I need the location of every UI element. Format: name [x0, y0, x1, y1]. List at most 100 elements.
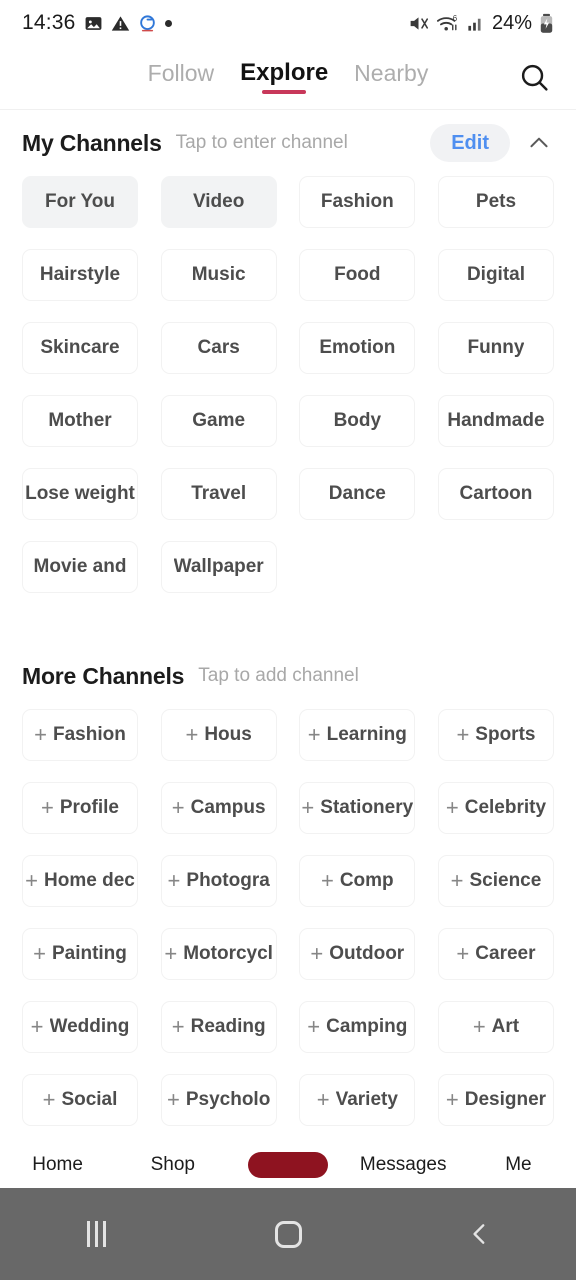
- bottom-nav-shop[interactable]: Shop: [115, 1154, 230, 1176]
- my-channel-chip-label: Dance: [328, 483, 386, 504]
- app-root: 14:36 6 24% Follow Explore Nearby My Cha…: [0, 0, 576, 1280]
- back-icon[interactable]: [384, 1221, 576, 1247]
- my-channels-title: My Channels: [22, 129, 162, 156]
- my-channel-chip[interactable]: Lose weight: [22, 468, 138, 520]
- plus-icon: +: [171, 1014, 185, 1039]
- more-channel-chip[interactable]: + Camping: [299, 1001, 416, 1053]
- my-channel-chip[interactable]: Music: [160, 249, 277, 301]
- plus-icon: +: [307, 722, 321, 747]
- tab-follow[interactable]: Follow: [148, 62, 214, 94]
- top-navigation-bar: Follow Explore Nearby: [0, 46, 576, 110]
- my-channel-chip[interactable]: Mother: [22, 395, 138, 447]
- more-channel-chip[interactable]: + Learning: [299, 709, 416, 761]
- channels-scroll-area[interactable]: My Channels Tap to enter channel Edit Fo…: [0, 110, 576, 1280]
- bottom-nav-messages[interactable]: Messages: [346, 1154, 461, 1176]
- more-channel-chip[interactable]: + Sports: [437, 709, 554, 761]
- more-channel-chip[interactable]: + Motorcycl: [160, 928, 277, 980]
- my-channel-chip[interactable]: Movie and: [22, 541, 138, 593]
- more-channel-chip[interactable]: + Designer: [437, 1074, 554, 1126]
- recents-icon[interactable]: [0, 1221, 192, 1247]
- more-channel-chip[interactable]: + Photogra: [160, 855, 277, 907]
- more-channel-chip[interactable]: + Career: [437, 928, 554, 980]
- warning-icon: [111, 14, 130, 33]
- svg-text:6: 6: [453, 13, 458, 22]
- more-channel-chip[interactable]: + Outdoor: [299, 928, 416, 980]
- more-channel-chip[interactable]: + Variety: [299, 1074, 416, 1126]
- my-channel-chip[interactable]: Video: [160, 176, 277, 228]
- more-channels-header: More Channels Tap to add channel: [0, 643, 576, 709]
- more-channel-chip-label: Celebrity: [464, 797, 547, 818]
- more-channel-chip[interactable]: + Wedding: [22, 1001, 138, 1053]
- my-channel-chip-label: Video: [192, 191, 245, 212]
- home-icon[interactable]: [192, 1220, 384, 1248]
- plus-icon: +: [25, 868, 39, 893]
- more-channel-chip[interactable]: + Art: [437, 1001, 554, 1053]
- bottom-nav-home[interactable]: Home: [0, 1154, 115, 1176]
- more-channel-chip-label: Photogra: [186, 870, 270, 891]
- more-channel-chip-label: Wedding: [49, 1016, 130, 1037]
- my-channel-chip[interactable]: Game: [160, 395, 277, 447]
- more-channel-chip-label: Outdoor: [329, 943, 405, 964]
- more-channel-chip[interactable]: + Hous: [160, 709, 277, 761]
- my-channel-chip[interactable]: Cars: [160, 322, 277, 374]
- more-channel-chip[interactable]: + Celebrity: [437, 782, 554, 834]
- plus-icon: +: [42, 1087, 56, 1112]
- post-button-shape: [248, 1152, 328, 1178]
- more-channel-chip-label: Psycholo: [185, 1089, 271, 1110]
- search-icon[interactable]: [514, 58, 554, 98]
- more-channel-chip-label: Learning: [326, 724, 407, 745]
- my-channels-header: My Channels Tap to enter channel Edit: [0, 110, 576, 176]
- bottom-nav-me[interactable]: Me: [461, 1154, 576, 1176]
- my-channel-chip[interactable]: Handmade: [437, 395, 554, 447]
- more-channel-chip-label: Career: [475, 943, 536, 964]
- feed-tabs: Follow Explore Nearby: [148, 61, 428, 94]
- plus-icon: +: [166, 1087, 180, 1112]
- my-channel-chip[interactable]: Food: [299, 249, 416, 301]
- tab-explore[interactable]: Explore: [240, 61, 328, 94]
- my-channel-chip[interactable]: Dance: [299, 468, 416, 520]
- my-channel-chip[interactable]: Emotion: [299, 322, 416, 374]
- more-channel-chip[interactable]: + Science: [437, 855, 554, 907]
- my-channel-chip-label: Wallpaper: [173, 556, 264, 577]
- more-channel-chip-label: Art: [491, 1016, 520, 1037]
- more-channel-chip-label: Camping: [326, 1016, 408, 1037]
- my-channel-chip[interactable]: Fashion: [299, 176, 416, 228]
- battery-charging-icon: [539, 13, 554, 34]
- edit-button[interactable]: Edit: [430, 124, 510, 162]
- more-channel-chip-label: Painting: [51, 943, 127, 964]
- more-channels-subtitle: Tap to add channel: [198, 665, 359, 686]
- chevron-up-icon[interactable]: [524, 128, 554, 158]
- more-channel-chip[interactable]: + Comp: [299, 855, 416, 907]
- more-channel-chip[interactable]: + Home dec: [22, 855, 138, 907]
- tab-nearby[interactable]: Nearby: [354, 62, 428, 94]
- more-channel-chip[interactable]: + Reading: [160, 1001, 277, 1053]
- my-channel-chip[interactable]: Cartoon: [437, 468, 554, 520]
- my-channel-chip-label: Cartoon: [459, 483, 533, 504]
- my-channel-chip-label: Pets: [475, 191, 517, 212]
- my-channel-chip[interactable]: Pets: [437, 176, 554, 228]
- more-channel-chip[interactable]: + Profile: [22, 782, 138, 834]
- status-bar: 14:36 6 24%: [0, 0, 576, 46]
- more-channel-chip[interactable]: + Stationery: [299, 782, 416, 834]
- plus-icon: +: [456, 941, 470, 966]
- more-channel-chip[interactable]: + Psycholo: [160, 1074, 277, 1126]
- my-channels-subtitle: Tap to enter channel: [175, 132, 348, 153]
- my-channel-chip[interactable]: Skincare: [22, 322, 138, 374]
- my-channel-chip[interactable]: Body: [299, 395, 416, 447]
- more-channel-chip-label: Stationery: [320, 797, 414, 818]
- my-channel-chip[interactable]: Wallpaper: [160, 541, 277, 593]
- more-channel-chip-label: Social: [61, 1089, 118, 1110]
- home-glyph: [274, 1220, 302, 1248]
- my-channel-chip[interactable]: For You: [22, 176, 138, 228]
- more-channel-chip[interactable]: + Campus: [160, 782, 277, 834]
- my-channel-chip[interactable]: Digital: [437, 249, 554, 301]
- more-channel-chip[interactable]: + Social: [22, 1074, 138, 1126]
- bottom-nav-post-button[interactable]: [230, 1152, 345, 1178]
- more-channel-chip[interactable]: + Painting: [22, 928, 138, 980]
- recents-glyph: [86, 1221, 106, 1247]
- more-channels-title: More Channels: [22, 662, 185, 689]
- my-channel-chip[interactable]: Hairstyle: [22, 249, 138, 301]
- more-channel-chip[interactable]: + Fashion: [22, 709, 138, 761]
- my-channel-chip[interactable]: Travel: [160, 468, 277, 520]
- my-channel-chip[interactable]: Funny: [437, 322, 554, 374]
